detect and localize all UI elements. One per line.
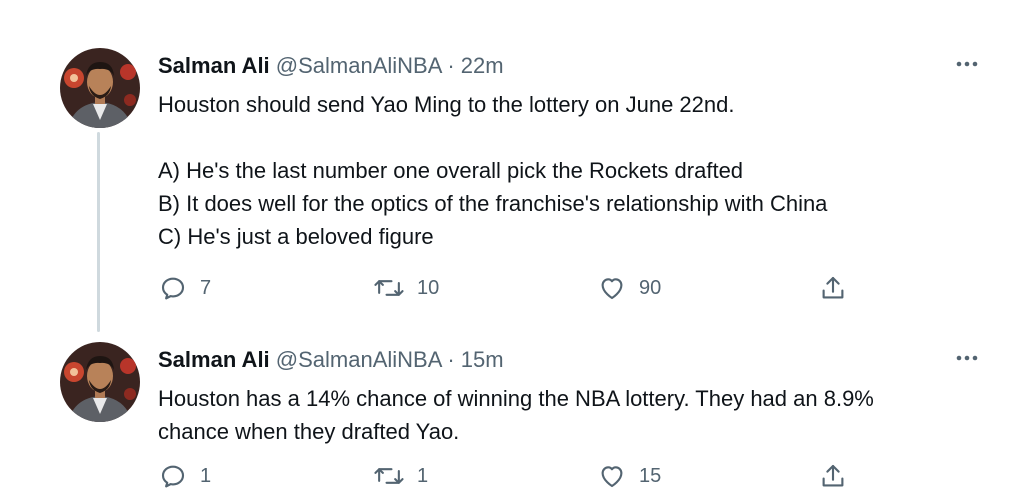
avatar[interactable]: [60, 342, 140, 422]
reply-icon: [161, 465, 185, 488]
separator-dot: ·: [447, 53, 455, 78]
share-icon: [822, 464, 844, 487]
heart-icon: [601, 466, 623, 488]
tweet-text-line: chance when they drafted Yao.: [158, 419, 460, 444]
share-icon: [822, 276, 844, 299]
author-name[interactable]: Salman Ali: [158, 347, 270, 372]
tweet-actions: 1 1 15: [0, 460, 1011, 492]
like-count: 15: [639, 464, 662, 487]
retweet-icon: [374, 468, 404, 484]
retweet-button[interactable]: 1: [373, 460, 428, 492]
more-options-button[interactable]: [952, 348, 982, 368]
tweet-text-line: Houston should send Yao Ming to the lott…: [158, 92, 735, 117]
tweet-text-line: Houston has a 14% chance of winning the …: [158, 386, 874, 411]
retweet-count: 1: [417, 464, 429, 487]
more-icon: [956, 61, 978, 67]
timestamp[interactable]: 15m: [461, 347, 504, 372]
reply-count: 1: [200, 464, 212, 487]
heart-icon: [601, 278, 623, 300]
more-options-button[interactable]: [952, 54, 982, 74]
tweet-text-line: B) It does well for the optics of the fr…: [158, 191, 828, 216]
share-button[interactable]: [818, 460, 848, 492]
reply-button[interactable]: 7: [158, 272, 211, 304]
reply-count: 7: [200, 276, 212, 299]
like-count: 90: [639, 276, 662, 299]
like-button[interactable]: 90: [597, 272, 661, 304]
reply-button[interactable]: 1: [158, 460, 211, 492]
separator-dot: ·: [447, 347, 455, 372]
retweet-button[interactable]: 10: [373, 272, 439, 304]
tweet-header: Salman Ali @SalmanAliNBA · 15m: [158, 346, 504, 374]
tweet-text: Houston should send Yao Ming to the lott…: [158, 88, 968, 253]
tweet-header: Salman Ali @SalmanAliNBA · 22m: [158, 52, 504, 80]
author-handle[interactable]: @SalmanAliNBA: [276, 347, 441, 372]
like-button[interactable]: 15: [597, 460, 661, 492]
author-name[interactable]: Salman Ali: [158, 53, 270, 78]
reply-icon: [161, 277, 185, 300]
share-button[interactable]: [818, 272, 848, 304]
avatar[interactable]: [60, 48, 140, 128]
tweet-actions: 7 10 90: [0, 272, 1011, 304]
tweet-text: Houston has a 14% chance of winning the …: [158, 382, 968, 448]
tweet-text-line: C) He's just a beloved figure: [158, 224, 434, 249]
retweet-count: 10: [417, 276, 440, 299]
line-break: [158, 121, 968, 154]
more-icon: [956, 355, 978, 361]
tweet-text-line: A) He's the last number one overall pick…: [158, 158, 744, 183]
author-handle[interactable]: @SalmanAliNBA: [276, 53, 441, 78]
timestamp[interactable]: 22m: [461, 53, 504, 78]
retweet-icon: [374, 280, 404, 296]
